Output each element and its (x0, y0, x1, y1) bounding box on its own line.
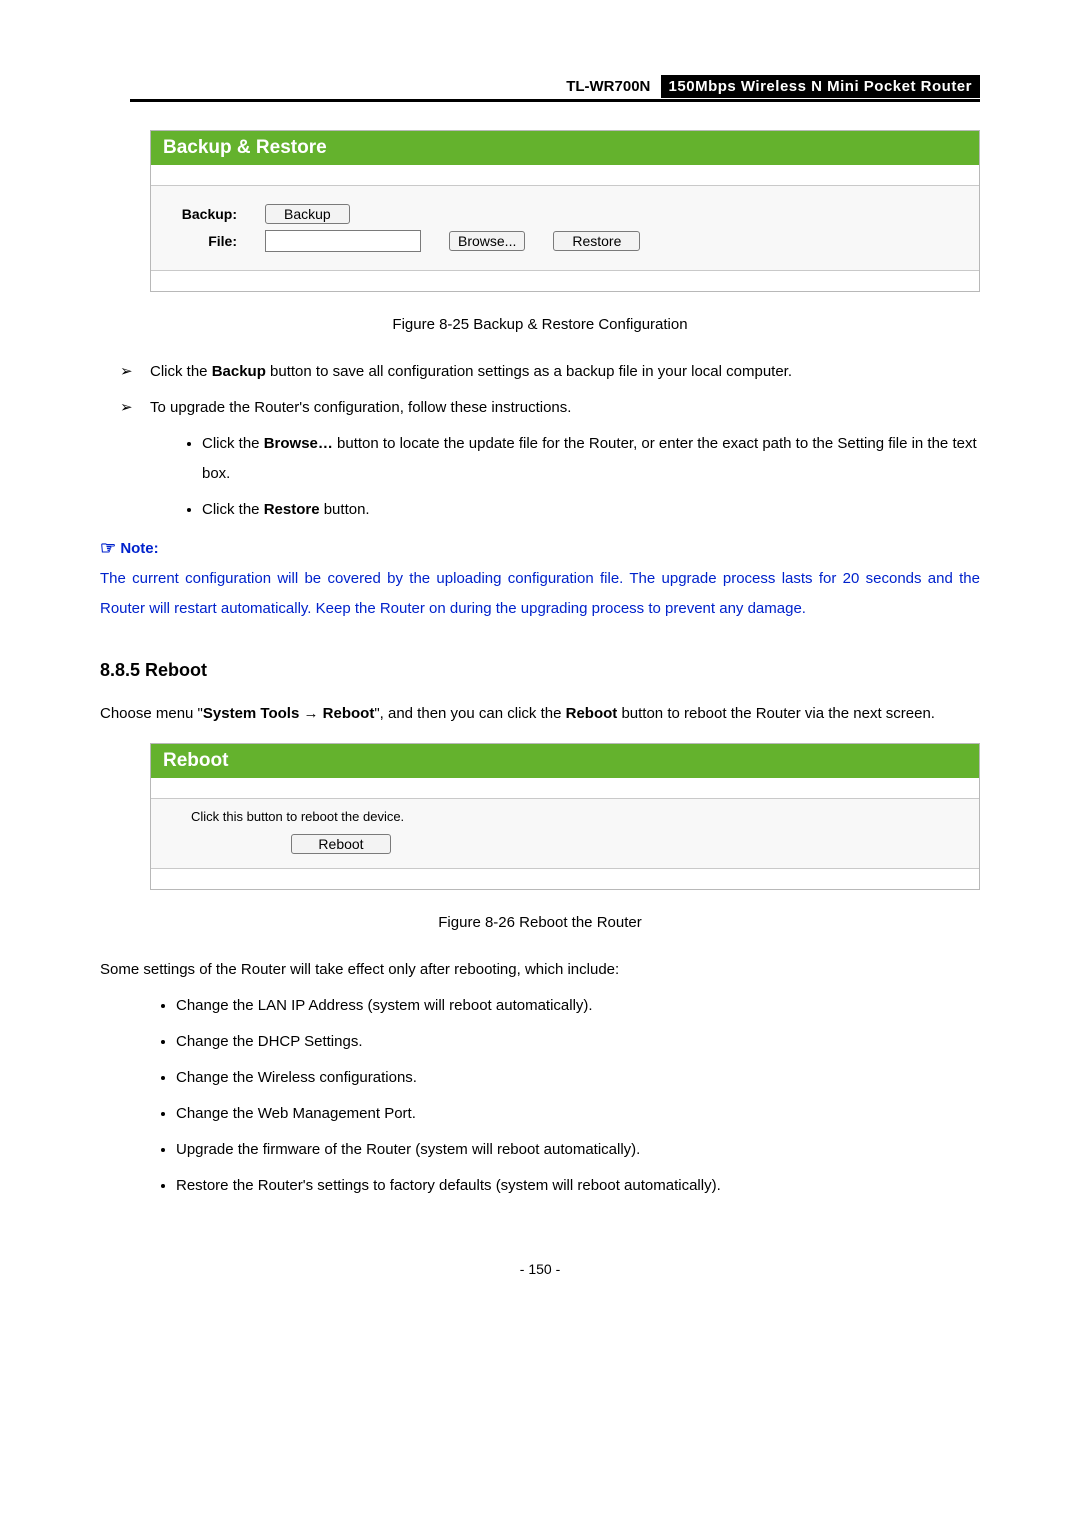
file-input[interactable] (265, 230, 421, 252)
sub-instruction-item: Click the Browse… button to locate the u… (202, 429, 980, 489)
panel-divider (151, 868, 979, 889)
text-bold: Browse… (264, 435, 333, 452)
list-item: Restore the Router's settings to factory… (176, 1171, 980, 1201)
list-item: Change the LAN IP Address (system will r… (176, 991, 980, 1021)
text: Choose menu " (100, 705, 203, 722)
model-label: TL-WR700N (566, 78, 656, 95)
list-item: Upgrade the firmware of the Router (syst… (176, 1135, 980, 1165)
after-reboot-lead: Some settings of the Router will take ef… (100, 955, 980, 985)
note-label: Note: (120, 540, 158, 557)
text: Click the (202, 435, 264, 452)
note-body: The current configuration will be covere… (100, 564, 980, 624)
instruction-item: Click the Backup button to save all conf… (120, 357, 980, 387)
text: ", and then you can click the (374, 705, 565, 722)
text: button to reboot the Router via the next… (617, 705, 935, 722)
backup-label: Backup: (167, 206, 237, 222)
restore-button[interactable]: Restore (553, 231, 640, 251)
sub-instruction-item: Click the Restore button. (202, 495, 980, 525)
file-label: File: (167, 233, 237, 249)
text-bold: Reboot (323, 705, 375, 722)
text: button. (320, 501, 370, 518)
panel-title: Backup & Restore (151, 131, 979, 165)
panel-divider (151, 165, 979, 186)
browse-button[interactable]: Browse... (449, 231, 525, 251)
panel-divider (151, 778, 979, 799)
note-heading: ☞ Note: (100, 537, 980, 558)
sub-instruction-list: Click the Browse… button to locate the u… (150, 429, 980, 525)
backup-button[interactable]: Backup (265, 204, 350, 224)
arrow-icon: → (299, 705, 322, 722)
list-item: Change the DHCP Settings. (176, 1027, 980, 1057)
panel-title: Reboot (151, 744, 979, 778)
text: To upgrade the Router's configuration, f… (150, 399, 571, 416)
pointing-hand-icon: ☞ (100, 538, 116, 559)
reboot-button[interactable]: Reboot (291, 834, 390, 854)
figure-caption-8-25: Figure 8-25 Backup & Restore Configurati… (100, 316, 980, 333)
instruction-item: To upgrade the Router's configuration, f… (120, 393, 980, 525)
text-bold: System Tools (203, 705, 299, 722)
product-label: 150Mbps Wireless N Mini Pocket Router (661, 75, 980, 98)
text: Click the (150, 363, 212, 380)
page-number: - 150 - (100, 1261, 980, 1277)
text: button to save all configuration setting… (266, 363, 792, 380)
list-item: Change the Web Management Port. (176, 1099, 980, 1129)
page-header: TL-WR700N 150Mbps Wireless N Mini Pocket… (130, 78, 980, 102)
text-bold: Backup (212, 363, 266, 380)
text-bold: Restore (264, 501, 320, 518)
backup-restore-panel: Backup & Restore Backup: Backup File: Br… (150, 130, 980, 292)
text-bold: Reboot (566, 705, 618, 722)
figure-caption-8-26: Figure 8-26 Reboot the Router (100, 914, 980, 931)
section-heading-8-8-5: 8.8.5 Reboot (100, 660, 980, 681)
panel-divider (151, 270, 979, 291)
reboot-message: Click this button to reboot the device. (151, 799, 979, 830)
list-item: Change the Wireless configurations. (176, 1063, 980, 1093)
instruction-list: Click the Backup button to save all conf… (100, 357, 980, 525)
section-intro: Choose menu "System Tools → Reboot", and… (100, 699, 980, 729)
reboot-panel: Reboot Click this button to reboot the d… (150, 743, 980, 890)
text: Click the (202, 501, 264, 518)
reboot-effects-list: Change the LAN IP Address (system will r… (100, 991, 980, 1201)
